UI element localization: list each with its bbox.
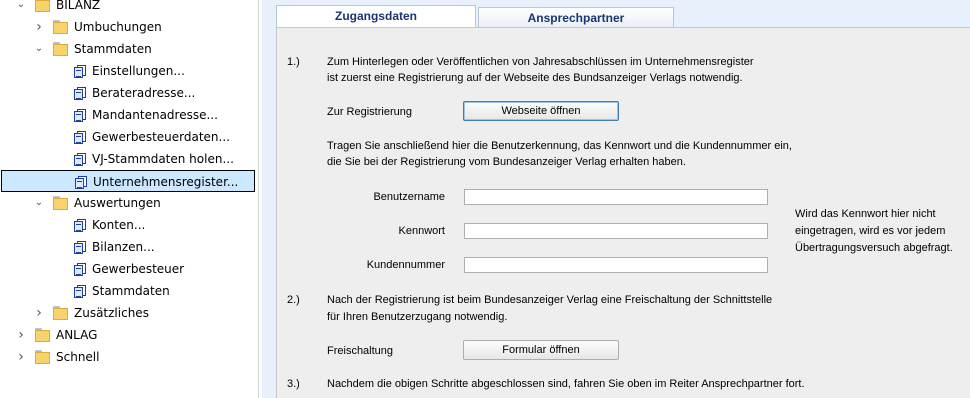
- step1-text-line1: Zum Hinterlegen oder Veröffentlichen von…: [327, 56, 754, 68]
- tree-item[interactable]: › ANLAG: [0, 324, 258, 346]
- tree-item[interactable]: › Schnell: [0, 346, 258, 368]
- chevron-down-icon[interactable]: ⌄: [34, 192, 44, 214]
- password-hint-line1: Wird das Kennwort hier nicht: [795, 208, 936, 220]
- document-icon: [74, 109, 86, 122]
- tree-item-label: Auswertungen: [74, 196, 161, 210]
- tree-item[interactable]: Gewerbesteuer: [0, 258, 258, 280]
- tree-item-label: Bilanzen...: [92, 240, 155, 254]
- username-label: Benutzername: [373, 191, 445, 203]
- tree-item-label: Konten...: [92, 218, 146, 232]
- content-area: Zugangsdaten Ansprechpartner 1.) Zum Hin…: [262, 0, 970, 398]
- credentials-info-line1: Tragen Sie anschließend hier die Benutze…: [327, 140, 792, 152]
- splitter[interactable]: [258, 0, 259, 398]
- folder-icon: [35, 328, 50, 342]
- password-hint-line3: Übertragungsversuch abgefragt.: [795, 242, 953, 254]
- tree-item[interactable]: Gewerbesteuerdaten...: [0, 126, 258, 148]
- tree-item[interactable]: › Zusätzliches: [0, 302, 258, 324]
- customer-number-input[interactable]: [464, 257, 768, 273]
- tree-item-label: Mandantenadresse...: [92, 108, 218, 122]
- tree-item[interactable]: ⌄ BILANZ: [0, 0, 258, 16]
- tree-item-label: Schnell: [56, 350, 100, 364]
- tab-zugangsdaten[interactable]: Zugangsdaten: [276, 5, 476, 28]
- tree-item[interactable]: Bilanzen...: [0, 236, 258, 258]
- zugangsdaten-panel: 1.) Zum Hinterlegen oder Veröffentlichen…: [276, 27, 970, 398]
- tree-item-label: Stammdaten: [74, 42, 152, 56]
- document-icon: [75, 176, 87, 189]
- chevron-down-icon[interactable]: ⌄: [34, 38, 44, 60]
- folder-icon: [35, 0, 50, 12]
- tree-item-label: Einstellungen...: [92, 64, 185, 78]
- tree-item[interactable]: Konten...: [0, 214, 258, 236]
- tree-item-label: BILANZ: [56, 0, 101, 12]
- tree-item-label: Gewerbesteuerdaten...: [92, 130, 230, 144]
- chevron-right-icon[interactable]: ›: [34, 16, 44, 38]
- customer-number-label: Kundennummer: [366, 259, 445, 271]
- tree-item[interactable]: Mandantenadresse...: [0, 104, 258, 126]
- step2-number: 2.): [287, 294, 300, 306]
- tree-item[interactable]: ⌄ Auswertungen: [0, 192, 258, 214]
- document-icon: [74, 87, 86, 100]
- step1-text-line2: ist zuerst eine Registrierung auf der We…: [327, 72, 743, 84]
- folder-icon: [53, 20, 68, 34]
- document-icon: [74, 131, 86, 144]
- registration-label: Zur Registrierung: [327, 106, 412, 118]
- password-input[interactable]: [464, 223, 768, 239]
- step3-text: Nachdem die obigen Schritte abgeschlosse…: [327, 378, 805, 390]
- document-icon: [74, 241, 86, 254]
- activation-label: Freischaltung: [327, 345, 394, 357]
- username-input[interactable]: [464, 189, 768, 205]
- folder-icon: [35, 350, 50, 364]
- navigation-tree: ⌄ BILANZ › Umbuchungen ⌄ Stammdaten Einstellun…: [0, 0, 258, 398]
- tree-item[interactable]: Einstellungen...: [0, 60, 258, 82]
- open-website-button[interactable]: Webseite öffnen: [463, 101, 619, 121]
- folder-icon: [53, 196, 68, 210]
- password-label: Kennwort: [398, 225, 445, 237]
- document-icon: [74, 285, 86, 298]
- chevron-right-icon[interactable]: ›: [16, 346, 26, 368]
- tree-item-label: Berateradresse...: [92, 86, 196, 100]
- tree-item-label: VJ-Stammdaten holen...: [92, 152, 234, 166]
- credentials-info-line2: die Sie bei der Registrierung vom Bundes…: [327, 156, 686, 168]
- folder-icon: [53, 42, 68, 56]
- step3-number: 3.): [287, 378, 300, 390]
- document-icon: [74, 153, 86, 166]
- step2-text-line2: für Ihren Benutzerzugang notwendig.: [327, 311, 508, 323]
- step1-number: 1.): [287, 56, 300, 68]
- chevron-down-icon[interactable]: ⌄: [16, 0, 26, 16]
- folder-icon: [53, 306, 68, 320]
- tree-item[interactable]: Stammdaten: [0, 280, 258, 302]
- step2-text-line1: Nach der Registrierung ist beim Bundesan…: [327, 294, 773, 306]
- document-icon: [74, 65, 86, 78]
- tree-item[interactable]: VJ-Stammdaten holen...: [0, 148, 258, 170]
- tree-item-label: Zusätzliches: [74, 306, 149, 320]
- password-hint-line2: eingetragen, wird es vor jedem: [795, 225, 946, 237]
- chevron-right-icon[interactable]: ›: [34, 302, 44, 324]
- tree-item-label: Unternehmensregister...: [93, 175, 239, 189]
- chevron-right-icon[interactable]: ›: [16, 324, 26, 346]
- tree-item-label: Umbuchungen: [74, 20, 162, 34]
- document-icon: [74, 219, 86, 232]
- tree-item-label: ANLAG: [56, 328, 98, 342]
- tree-item-label: Gewerbesteuer: [92, 262, 185, 276]
- tree-item[interactable]: › Umbuchungen: [0, 16, 258, 38]
- document-icon: [74, 263, 86, 276]
- tree-item[interactable]: ⌄ Stammdaten: [0, 38, 258, 60]
- tree-item[interactable]: Unternehmensregister...: [1, 170, 255, 192]
- open-form-button[interactable]: Formular öffnen: [463, 340, 619, 360]
- tab-ansprechpartner[interactable]: Ansprechpartner: [478, 7, 674, 27]
- tree-item-label: Stammdaten: [92, 284, 170, 298]
- tree-item[interactable]: Berateradresse...: [0, 82, 258, 104]
